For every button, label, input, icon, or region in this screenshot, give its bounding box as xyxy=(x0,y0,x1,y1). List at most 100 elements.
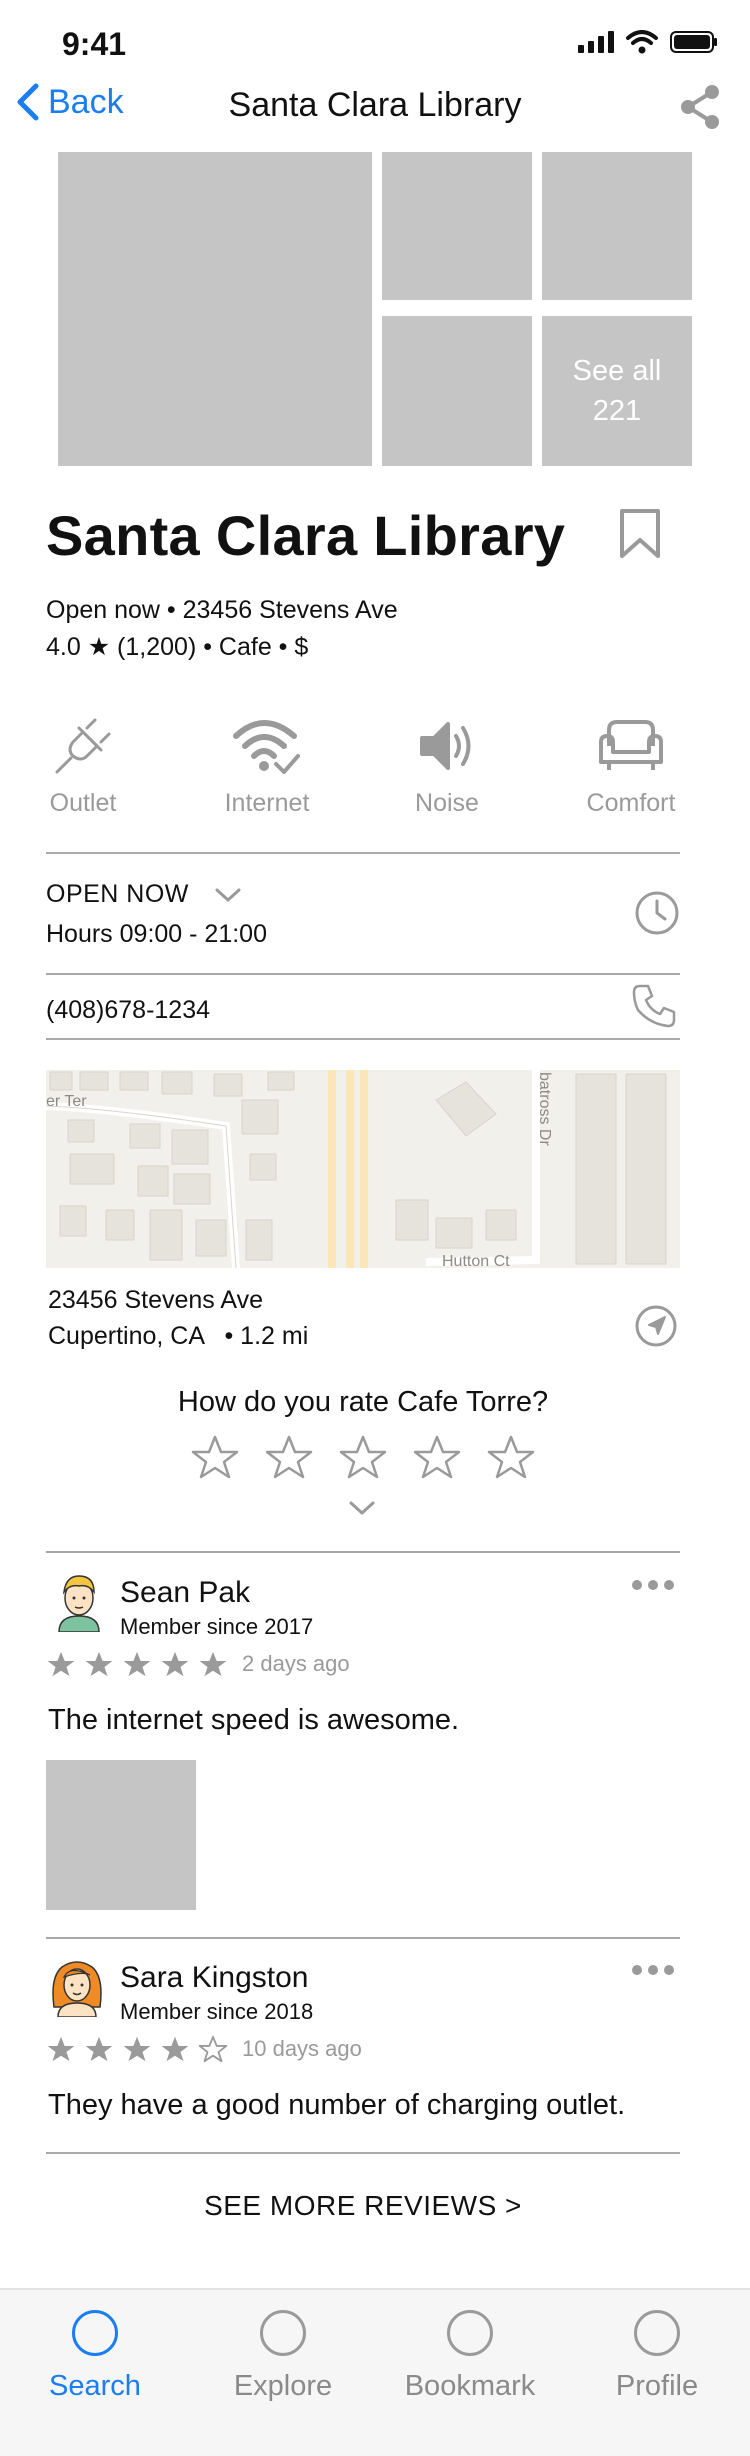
star-filled-icon xyxy=(85,1651,113,1677)
see-all-count: 221 xyxy=(592,395,642,427)
profile-tab-icon xyxy=(634,2310,680,2356)
dot xyxy=(664,1580,674,1590)
bookmark-icon xyxy=(620,509,660,558)
hours-button[interactable] xyxy=(634,890,680,941)
star-outline-icon[interactable] xyxy=(413,1434,461,1480)
reviewer-name[interactable]: Sean Pak xyxy=(120,1576,250,1610)
rate-question: How do you rate Cafe Torre? xyxy=(177,1386,549,1418)
review-photo[interactable] xyxy=(46,1760,196,1910)
place-name: Santa Clara Library xyxy=(46,504,566,567)
star-filled-icon xyxy=(47,1651,75,1677)
directions-button[interactable] xyxy=(634,1304,678,1353)
amenity-label: Outlet xyxy=(49,789,117,817)
dot xyxy=(648,1580,658,1590)
reviewer-member-since: Member since 2017 xyxy=(120,1614,314,1639)
map-view[interactable]: er Ter batross Dr Hutton Ct xyxy=(46,1070,680,1268)
amenity-internet[interactable]: Internet xyxy=(192,716,342,818)
map-street-label: er Ter xyxy=(46,1093,87,1110)
star-filled-icon xyxy=(199,1651,227,1677)
photo-main[interactable] xyxy=(58,152,372,466)
chevron-down-icon xyxy=(349,1501,375,1515)
hours-text: Hours 09:00 - 21:00 xyxy=(46,920,267,948)
open-status: OPEN NOW xyxy=(46,880,189,908)
review-more-button[interactable] xyxy=(632,1965,674,1975)
share-button[interactable] xyxy=(678,84,722,135)
phone-icon xyxy=(632,984,676,1028)
wifi-check-icon xyxy=(233,720,300,774)
amenity-label: Noise xyxy=(415,789,479,817)
star-filled-icon xyxy=(161,1651,189,1677)
review-stars: 10 days ago xyxy=(46,2035,362,2063)
rating-stars-input xyxy=(0,1434,726,1480)
tab-explore[interactable]: Explore xyxy=(208,2310,358,2403)
photo-thumb[interactable] xyxy=(382,152,532,300)
avatar xyxy=(52,1961,102,2017)
back-label: Back xyxy=(48,82,124,121)
call-button[interactable] xyxy=(630,982,678,1035)
tab-profile[interactable]: Profile xyxy=(582,2310,732,2403)
dot xyxy=(632,1580,642,1590)
star-outline-icon[interactable] xyxy=(487,1434,535,1480)
hours-dropdown[interactable]: OPEN NOW xyxy=(46,880,242,909)
dot xyxy=(648,1965,658,1975)
star-outline-icon[interactable] xyxy=(191,1434,239,1480)
star-filled-icon xyxy=(85,2036,113,2062)
avatar xyxy=(58,1575,100,1632)
see-more-reviews-link[interactable]: SEE MORE REVIEWS > xyxy=(0,2190,726,2222)
star-filled-icon xyxy=(123,2036,151,2062)
star-filled-icon xyxy=(123,1651,151,1677)
amenity-noise[interactable]: Noise xyxy=(372,716,522,818)
divider xyxy=(46,1551,680,1553)
bookmark-button[interactable] xyxy=(618,508,662,565)
plug-icon xyxy=(55,718,111,774)
tab-label: Profile xyxy=(615,2370,699,2402)
divider xyxy=(46,1038,680,1040)
review-date: 10 days ago xyxy=(242,2036,362,2061)
star-outline-icon xyxy=(198,2035,228,2063)
photo-thumb[interactable] xyxy=(382,316,532,466)
review-date: 2 days ago xyxy=(242,1651,350,1676)
star-outline-icon[interactable] xyxy=(265,1434,313,1480)
address-line2: Cupertino, CA • 1.2 mi xyxy=(48,1322,309,1350)
review-text: They have a good number of charging outl… xyxy=(48,2089,626,2121)
star-outline-icon[interactable] xyxy=(339,1434,387,1480)
review-more-button[interactable] xyxy=(632,1580,674,1590)
tab-label: Explore xyxy=(233,2370,333,2402)
status-time: 9:41 xyxy=(62,26,127,62)
tab-bookmark[interactable]: Bookmark xyxy=(395,2310,545,2403)
amenity-comfort[interactable]: Comfort xyxy=(556,716,706,818)
speaker-icon xyxy=(420,722,471,770)
chevron-down-icon xyxy=(215,888,241,902)
armchair-icon xyxy=(599,720,663,770)
amenity-outlet[interactable]: Outlet xyxy=(8,716,158,818)
chevron-left-icon xyxy=(17,83,39,121)
reviewer-member-since: Member since 2018 xyxy=(120,1999,314,2024)
see-all-photos-button[interactable]: See all 221 xyxy=(542,316,692,466)
expand-rating-button[interactable] xyxy=(348,1500,376,1521)
back-button[interactable]: Back xyxy=(14,82,124,122)
place-rating-line: 4.0 ★ (1,200) • Cafe • $ xyxy=(46,633,309,661)
address-line1: 23456 Stevens Ave xyxy=(48,1286,263,1314)
phone-number[interactable]: (408)678-1234 xyxy=(46,996,210,1025)
reviewer-name[interactable]: Sara Kingston xyxy=(120,1961,308,1995)
share-icon xyxy=(681,85,719,129)
tab-label: Bookmark xyxy=(404,2370,536,2402)
navigation-arrow-icon xyxy=(635,1305,677,1347)
amenity-label: Internet xyxy=(224,789,310,817)
star-filled-icon xyxy=(161,2036,189,2062)
divider xyxy=(46,852,680,854)
bookmark-tab-icon xyxy=(447,2310,493,2356)
amenity-label: Comfort xyxy=(586,789,676,817)
review-text: The internet speed is awesome. xyxy=(48,1704,460,1736)
review-card: Sean Pak Member since 2017 2 days ago Th… xyxy=(0,1560,750,1940)
map-street-label: Hutton Ct xyxy=(442,1253,510,1268)
dot xyxy=(664,1965,674,1975)
battery-icon xyxy=(670,31,717,53)
tab-bar: Search Explore Bookmark Profile xyxy=(0,2288,750,2456)
clock-icon xyxy=(635,891,679,935)
photo-thumb[interactable] xyxy=(542,152,692,300)
map-graphic: er Ter batross Dr Hutton Ct xyxy=(46,1070,680,1268)
review-stars: 2 days ago xyxy=(46,1650,350,1678)
tab-search[interactable]: Search xyxy=(20,2310,170,2403)
explore-tab-icon xyxy=(260,2310,306,2356)
